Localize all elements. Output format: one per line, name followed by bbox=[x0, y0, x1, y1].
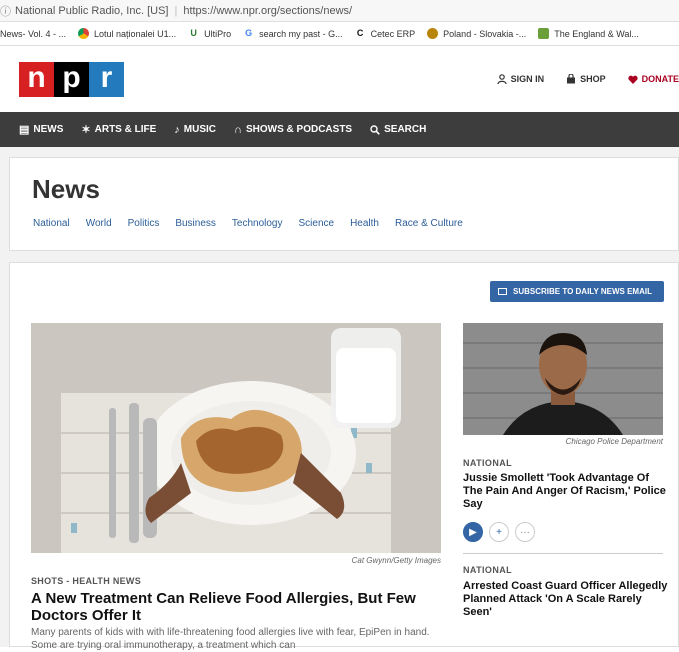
lead-image-credit: Cat Gwynn/Getty Images bbox=[351, 556, 441, 565]
donate-label: DONATE bbox=[641, 74, 679, 84]
subnav-health[interactable]: Health bbox=[350, 218, 379, 229]
logo-letter-n: n bbox=[19, 62, 54, 97]
lead-story-teaser: Many parents of kids with with life-thre… bbox=[31, 627, 430, 651]
section-header: News National World Politics Business Te… bbox=[9, 157, 679, 251]
url-text[interactable]: https://www.npr.org/sections/news/ bbox=[183, 5, 352, 17]
side-story-slug[interactable]: NATIONAL bbox=[463, 565, 512, 575]
nav-search-label: SEARCH bbox=[384, 124, 427, 135]
side-image-credit: Chicago Police Department bbox=[565, 437, 663, 446]
nav-music[interactable]: ♪ MUSIC bbox=[174, 124, 216, 136]
subscribe-newsletter-button[interactable]: SUBSCRIBE TO DAILY NEWS EMAIL bbox=[490, 281, 664, 302]
plus-icon: + bbox=[496, 526, 502, 538]
subscribe-label: SUBSCRIBE TO DAILY NEWS EMAIL bbox=[513, 287, 652, 296]
bookmark-item[interactable]: C Cetec ERP bbox=[355, 28, 416, 39]
site-identity: National Public Radio, Inc. [US] bbox=[15, 4, 169, 17]
search-icon bbox=[370, 124, 380, 135]
shop-label: SHOP bbox=[580, 74, 606, 84]
bookmark-item[interactable]: News- Vol. 4 - ... bbox=[0, 29, 66, 39]
chrome-icon bbox=[78, 28, 90, 39]
bookmark-item[interactable]: Lotul naționalei U1... bbox=[78, 28, 176, 39]
nav-arts-label: ARTS & LIFE bbox=[94, 124, 157, 135]
section-subnav: National World Politics Business Technol… bbox=[33, 218, 479, 229]
side-story-slug[interactable]: NATIONAL bbox=[463, 458, 512, 468]
address-bar[interactable]: ⓘ National Public Radio, Inc. [US] | htt… bbox=[0, 0, 679, 22]
play-icon: ▶ bbox=[469, 526, 477, 538]
nav-shows-podcasts[interactable]: ∩ SHOWS & PODCASTS bbox=[234, 124, 352, 136]
user-icon bbox=[497, 74, 507, 84]
lock-icon: ⓘ bbox=[0, 5, 11, 18]
england-icon bbox=[538, 28, 550, 39]
bookmark-label: Lotul naționalei U1... bbox=[94, 28, 177, 39]
heart-icon bbox=[628, 75, 638, 84]
bookmark-item[interactable]: The England & Wal... bbox=[538, 28, 639, 39]
bookmark-label: News- Vol. 4 - ... bbox=[0, 28, 67, 39]
ellipsis-icon: ··· bbox=[520, 526, 530, 538]
subnav-race-culture[interactable]: Race & Culture bbox=[395, 218, 463, 229]
mugshot-photo bbox=[463, 323, 663, 435]
shopping-bag-icon bbox=[567, 74, 576, 84]
nav-shows-label: SHOWS & PODCASTS bbox=[245, 124, 353, 135]
npr-logo[interactable]: n p r bbox=[19, 62, 124, 97]
bookmark-label: UltiPro bbox=[204, 28, 232, 39]
story-divider bbox=[463, 553, 663, 554]
add-to-playlist-button[interactable]: + bbox=[489, 522, 509, 542]
subnav-national[interactable]: National bbox=[33, 218, 70, 229]
play-button[interactable]: ▶ bbox=[463, 522, 483, 542]
dancer-icon: ✶ bbox=[81, 124, 91, 136]
donate-link[interactable]: DONATE bbox=[628, 74, 679, 84]
logo-letter-r: r bbox=[89, 62, 124, 97]
nav-arts-life[interactable]: ✶ ARTS & LIFE bbox=[81, 123, 156, 136]
food-allergy-photo bbox=[31, 323, 441, 553]
bookmark-label: Poland - Slovakia -... bbox=[443, 28, 527, 39]
subnav-science[interactable]: Science bbox=[299, 218, 335, 229]
envelope-icon bbox=[498, 288, 507, 295]
subnav-world[interactable]: World bbox=[86, 218, 112, 229]
subnav-technology[interactable]: Technology bbox=[232, 218, 283, 229]
lead-story-image[interactable] bbox=[31, 323, 441, 553]
soccer-icon bbox=[427, 28, 439, 39]
logo-letter-p: p bbox=[54, 62, 89, 97]
google-icon: G bbox=[245, 28, 253, 38]
main-nav: ▤ NEWS ✶ ARTS & LIFE ♪ MUSIC ∩ SHOWS & PODCA… bbox=[0, 112, 679, 147]
bookmark-item[interactable]: U UltiPro bbox=[188, 28, 231, 39]
lead-story-slug[interactable]: SHOTS - HEALTH NEWS bbox=[31, 576, 141, 586]
nav-news-label: NEWS bbox=[33, 124, 64, 135]
nav-music-label: MUSIC bbox=[183, 124, 217, 135]
subnav-business[interactable]: Business bbox=[175, 218, 216, 229]
bookmark-item[interactable]: Poland - Slovakia -... bbox=[427, 28, 526, 39]
audio-controls: ▶ + ··· bbox=[463, 522, 541, 542]
shop-link[interactable]: SHOP bbox=[566, 74, 606, 84]
utility-nav: SIGN IN SHOP DONATE bbox=[475, 74, 679, 84]
headphones-icon: ∩ bbox=[234, 123, 242, 136]
cetec-icon: C bbox=[356, 28, 364, 38]
site-header: n p r SIGN IN SHOP DONATE bbox=[0, 46, 679, 112]
bookmark-label: The England & Wal... bbox=[554, 28, 639, 39]
sign-in-label: SIGN IN bbox=[510, 74, 545, 84]
more-options-button[interactable]: ··· bbox=[515, 522, 535, 542]
music-note-icon: ♪ bbox=[174, 123, 180, 136]
ultipro-icon: U bbox=[190, 28, 197, 38]
side-story-headline[interactable]: Jussie Smollett 'Took Advantage Of The P… bbox=[463, 472, 668, 511]
bookmark-label: search my past - G... bbox=[259, 28, 343, 39]
subnav-politics[interactable]: Politics bbox=[128, 218, 160, 229]
bookmark-label: Cetec ERP bbox=[370, 28, 416, 39]
nav-news[interactable]: ▤ NEWS bbox=[19, 123, 63, 136]
page-title: News bbox=[32, 174, 100, 204]
nav-search[interactable]: SEARCH bbox=[370, 124, 426, 135]
address-separator: | bbox=[174, 4, 178, 17]
lead-story-headline[interactable]: A New Treatment Can Relieve Food Allergi… bbox=[31, 590, 451, 624]
bookmarks-bar: News- Vol. 4 - ... Lotul naționalei U1..… bbox=[0, 22, 679, 46]
bookmark-item[interactable]: Gsearch my past - G... bbox=[243, 28, 343, 39]
sign-in-link[interactable]: SIGN IN bbox=[497, 74, 545, 84]
side-story-headline[interactable]: Arrested Coast Guard Officer Allegedly P… bbox=[463, 580, 668, 619]
newspaper-icon: ▤ bbox=[19, 124, 30, 136]
side-story-image[interactable] bbox=[463, 323, 663, 435]
